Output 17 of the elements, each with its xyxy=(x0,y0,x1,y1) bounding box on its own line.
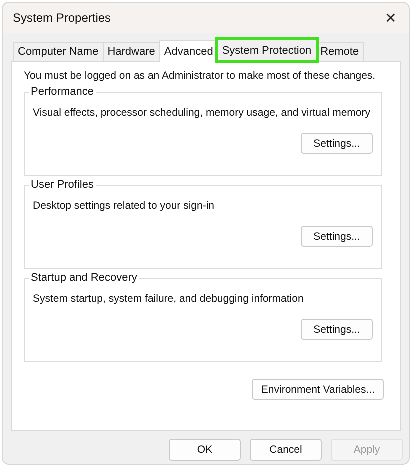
tab[interactable]: Computer Name xyxy=(13,42,104,61)
close-button[interactable]: ✕ xyxy=(381,10,401,26)
tab[interactable]: System Protection xyxy=(217,39,317,61)
notice-text: You must be logged on as an Administrator to make most of these changes. xyxy=(24,70,376,82)
group-description: Visual effects, processor scheduling, memory usage, and virtual memory xyxy=(33,107,371,119)
window-title: System Properties xyxy=(13,11,112,25)
group-title: Performance xyxy=(29,86,96,98)
settings-button[interactable]: Settings... xyxy=(301,226,373,247)
dialog-button[interactable]: OK xyxy=(169,439,241,461)
group-title: Startup and Recovery xyxy=(29,272,140,284)
settings-button[interactable]: Settings... xyxy=(301,133,373,154)
group-description: Desktop settings related to your sign-in xyxy=(33,200,215,212)
group-title: User Profiles xyxy=(29,179,96,191)
group-description: System startup, system failure, and debugging information xyxy=(33,293,304,305)
dialog-button[interactable]: Cancel xyxy=(250,439,322,461)
environment-variables-button[interactable]: Environment Variables... xyxy=(252,379,384,400)
settings-button[interactable]: Settings... xyxy=(301,319,373,340)
